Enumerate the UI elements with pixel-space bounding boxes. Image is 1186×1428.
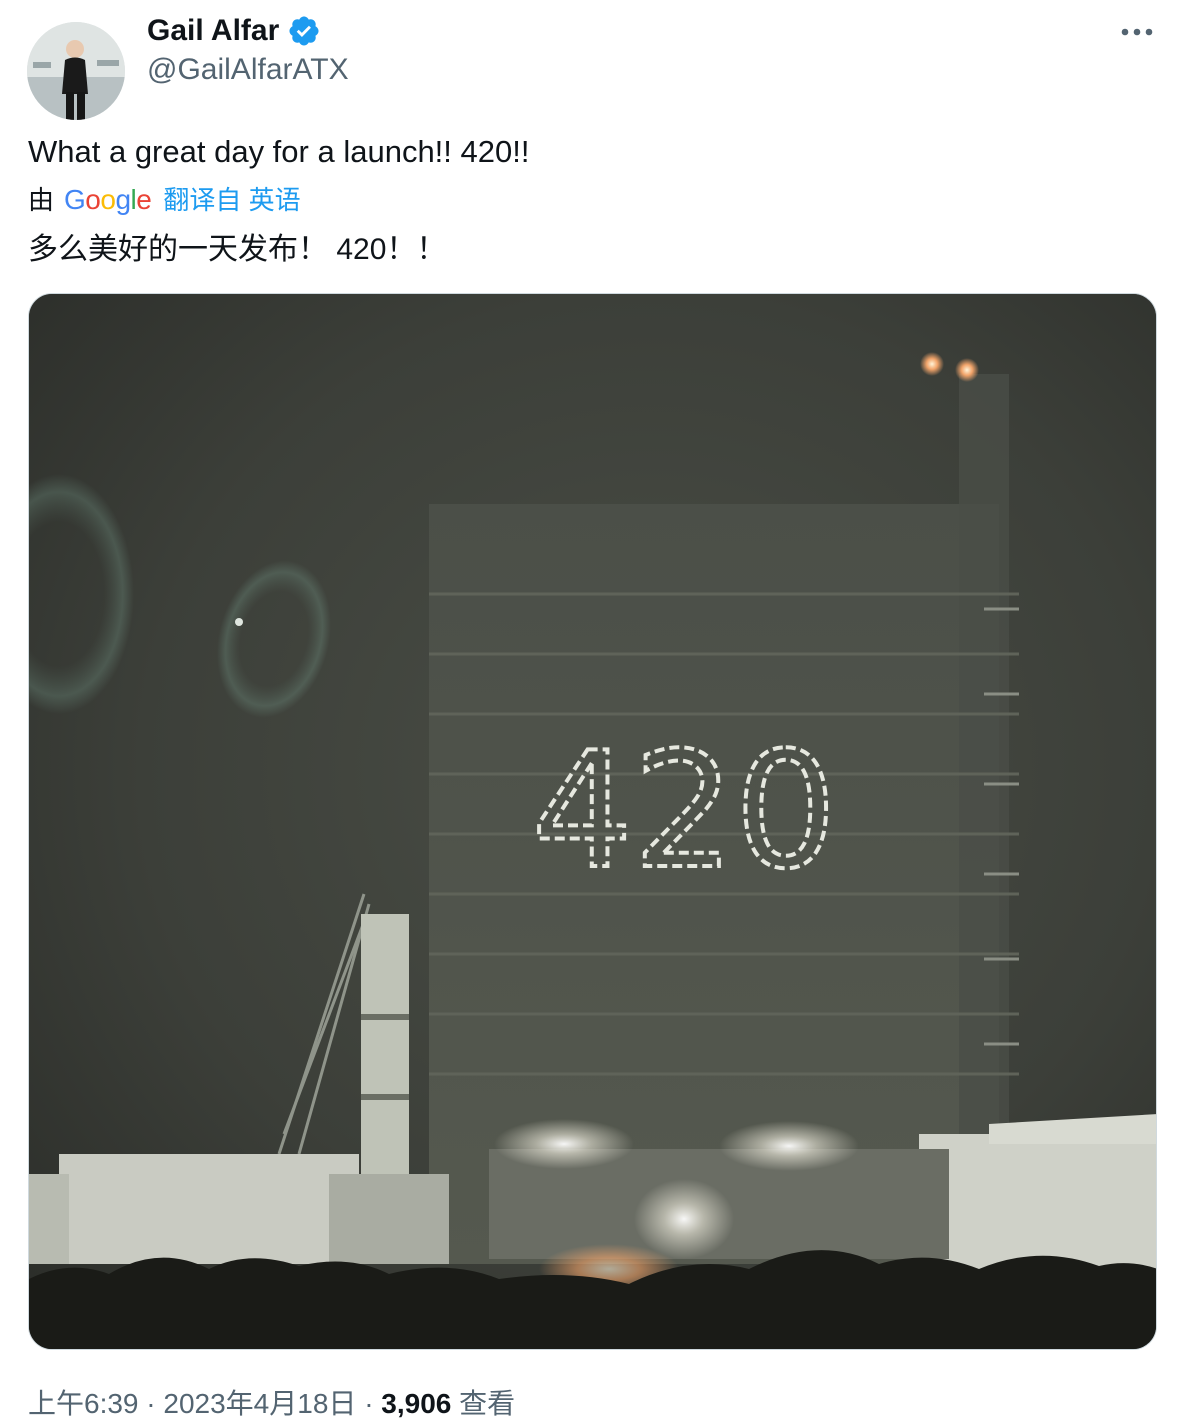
translation-attribution: 由 Google 翻译自 英语 bbox=[28, 182, 301, 218]
tweet-photo[interactable]: 420 bbox=[28, 293, 1157, 1350]
translated-text: 多么美好的一天发布！ 420！！ bbox=[28, 233, 447, 266]
translated-from-link[interactable]: 翻译自 英语 bbox=[163, 182, 300, 218]
author-name[interactable]: Gail Alfar bbox=[147, 13, 279, 49]
tweet-time[interactable]: 上午6:39 bbox=[28, 1388, 139, 1419]
avatar[interactable] bbox=[27, 22, 125, 120]
author-handle[interactable]: @GailAlfarATX bbox=[147, 52, 349, 88]
meta-separator: · bbox=[364, 1388, 374, 1419]
meta-separator: · bbox=[146, 1388, 156, 1419]
verified-badge-icon[interactable] bbox=[287, 14, 321, 48]
tweet-text: What a great day for a launch!! 420!! bbox=[28, 134, 530, 169]
google-logo: Google bbox=[64, 184, 152, 215]
translated-by-label: 由 bbox=[28, 185, 55, 215]
views-count: 3,906 bbox=[381, 1388, 452, 1419]
author-name-row: Gail Alfar bbox=[147, 13, 321, 49]
tweet-meta: 上午6:39 · 2023年4月18日 · 3,906 查看 bbox=[28, 1386, 515, 1422]
building-420-text: 420 bbox=[531, 717, 836, 904]
more-options-icon bbox=[1121, 28, 1153, 36]
more-options-button[interactable] bbox=[1116, 14, 1158, 50]
views-label: 查看 bbox=[459, 1388, 516, 1419]
tweet-date[interactable]: 2023年4月18日 bbox=[163, 1388, 356, 1419]
